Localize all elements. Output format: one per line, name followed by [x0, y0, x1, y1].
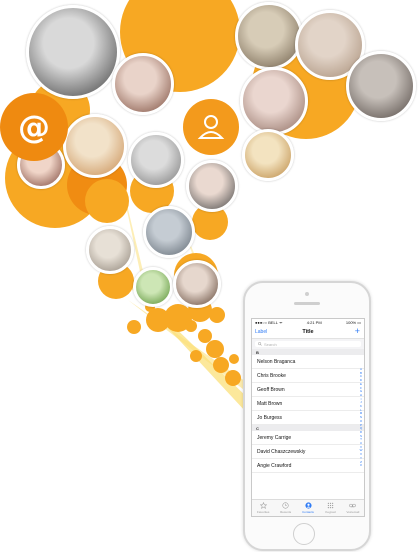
search-icon: [258, 342, 262, 346]
avatar-photo: [86, 226, 134, 274]
avatar-photo: [143, 206, 195, 258]
star-icon: [259, 502, 267, 509]
tab-label: Voicemail: [346, 510, 360, 514]
tab-favorites[interactable]: Favorites: [252, 500, 274, 516]
orange-bubble: [213, 357, 229, 373]
home-button[interactable]: [293, 523, 315, 545]
nav-label-button[interactable]: Label: [255, 329, 267, 335]
search-bar: Search: [252, 339, 364, 349]
tab-label: Favorites: [257, 510, 270, 514]
status-time: 4:21 PM: [306, 320, 322, 325]
navigation-bar: Label Title +: [252, 326, 364, 339]
avatar-photo: [235, 2, 303, 70]
tab-bar: Favorites Recents Contacts Keypad Voicemail: [252, 499, 364, 516]
person-silhouette-icon: [197, 115, 225, 139]
iphone-mockup: ●●●○○ BELL ᯤ 4:21 PM 100% ▭ Label Title …: [243, 281, 371, 551]
orange-bubble: [185, 320, 197, 332]
tab-label: Contacts: [302, 510, 314, 514]
orange-bubble: [206, 340, 224, 358]
avatar-photo: [242, 129, 294, 181]
avatar-photo: [173, 260, 221, 308]
avatar-photo: [346, 51, 416, 121]
contact-row[interactable]: Nelson Braganca: [252, 355, 364, 369]
tab-label: Keypad: [325, 510, 336, 514]
tab-contacts[interactable]: Contacts: [297, 500, 319, 516]
tab-recents[interactable]: Recents: [274, 500, 296, 516]
carrier-signal: ●●●○○ BELL ᯤ: [255, 319, 283, 325]
orange-bubble: [209, 307, 225, 323]
avatar-photo: [128, 132, 184, 188]
phone-screen: ●●●○○ BELL ᯤ 4:21 PM 100% ▭ Label Title …: [251, 318, 365, 517]
contact-row[interactable]: David Chaszczewskiy: [252, 445, 364, 459]
contact-row[interactable]: Jeremy Carrige: [252, 431, 364, 445]
tab-label: Recents: [280, 510, 292, 514]
person-icon: [304, 502, 312, 509]
avatar-photo: [240, 67, 308, 135]
orange-bubble: [198, 329, 212, 343]
email-bubble: @: [0, 93, 68, 161]
at-sign-icon: @: [18, 108, 50, 146]
nav-title: Title: [302, 329, 314, 335]
tab-voicemail[interactable]: Voicemail: [342, 500, 364, 516]
status-bar: ●●●○○ BELL ᯤ 4:21 PM 100% ▭: [252, 319, 364, 326]
orange-bubble: [127, 320, 141, 334]
avatar-photo: [26, 5, 120, 99]
contact-list: B Nelson Braganca Chris Brooke Geoff Brown M…: [252, 349, 364, 473]
clock-icon: [282, 502, 289, 509]
avatar-photo: [133, 267, 173, 307]
orange-bubble: [85, 179, 129, 223]
orange-bubble: [225, 370, 241, 386]
search-placeholder: Search: [264, 341, 277, 347]
avatar-photo: [63, 114, 127, 178]
voicemail-icon: [349, 503, 357, 508]
section-index[interactable]: A B C D E F G H I J K L M N O P Q R S T U V W X Y Z #: [359, 367, 363, 468]
avatar-photo: [112, 53, 174, 115]
contact-row[interactable]: Chris Brooke: [252, 369, 364, 383]
front-camera: [305, 292, 309, 296]
keypad-icon: [327, 502, 334, 509]
tab-keypad[interactable]: Keypad: [319, 500, 341, 516]
battery-indicator: 100% ▭: [345, 320, 361, 325]
contact-row[interactable]: Jo Burgess: [252, 411, 364, 425]
search-input[interactable]: Search: [255, 341, 361, 347]
contact-row[interactable]: Matt Brown: [252, 397, 364, 411]
orange-bubble: [190, 350, 202, 362]
orange-bubble: [229, 354, 239, 364]
contact-row[interactable]: Angie Crawford: [252, 459, 364, 473]
avatar-photo: [186, 160, 238, 212]
add-contact-button[interactable]: +: [355, 326, 360, 337]
index-letter[interactable]: #: [360, 464, 362, 468]
earpiece-speaker: [294, 302, 320, 305]
promo-stage: @ ●●●○○ BELL ᯤ 4:21 PM 100% ▭ Label Titl…: [0, 0, 419, 552]
contact-row[interactable]: Geoff Brown: [252, 383, 364, 397]
contact-bubble: [183, 99, 239, 155]
